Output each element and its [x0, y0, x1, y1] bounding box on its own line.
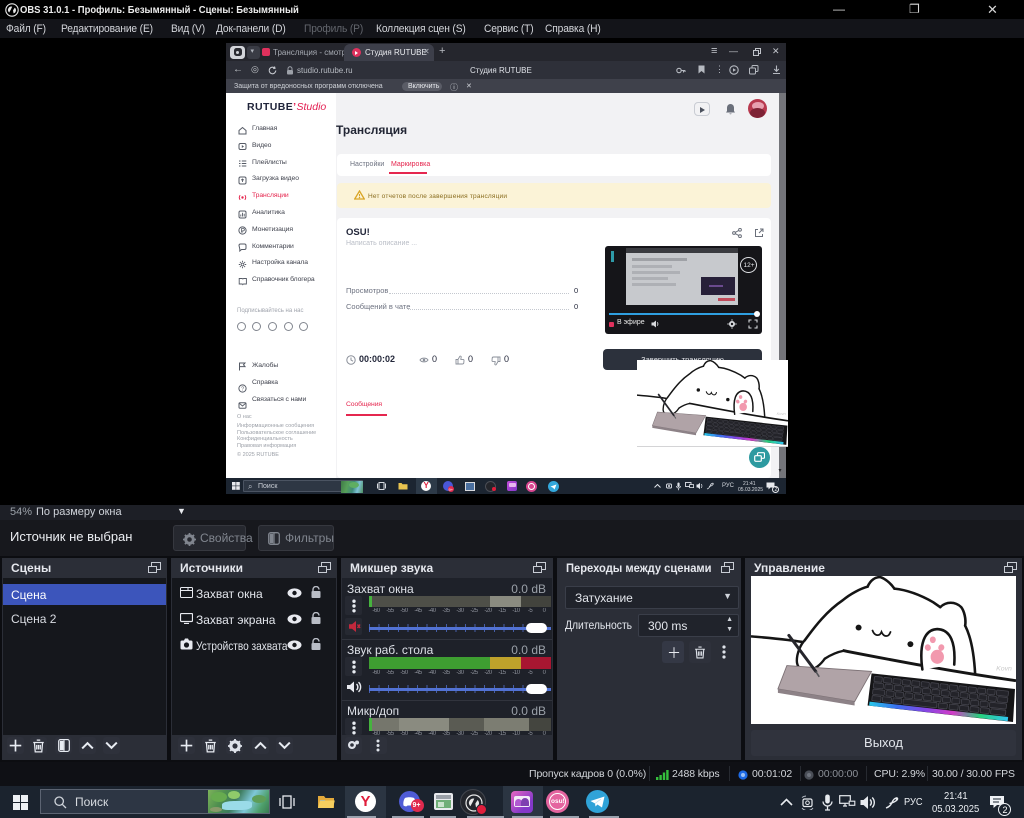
svg-text:?: ? — [241, 386, 244, 392]
